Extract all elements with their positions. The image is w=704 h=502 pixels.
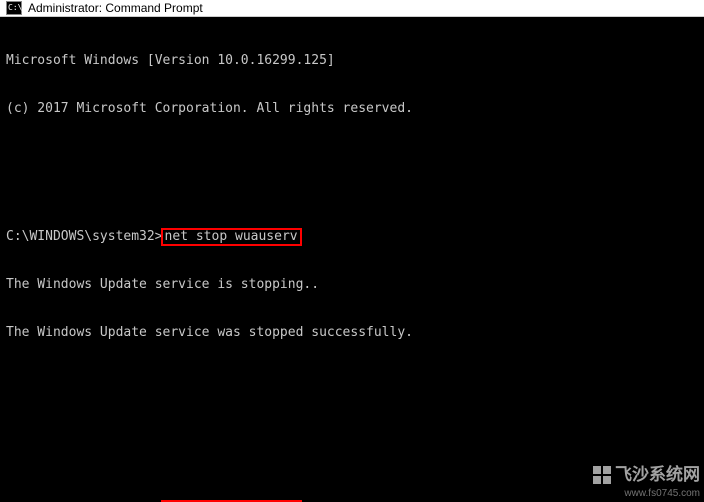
copyright-line: (c) 2017 Microsoft Corporation. All righ…	[6, 101, 698, 117]
version-line: Microsoft Windows [Version 10.0.16299.12…	[6, 53, 698, 69]
watermark-url: www.fs0745.com	[624, 486, 700, 502]
prompt-line: C:\WINDOWS\system32> net stop wuauserv	[6, 229, 698, 245]
window-title: Administrator: Command Prompt	[28, 1, 203, 15]
command-highlight: net stop wuauserv	[161, 228, 302, 246]
prompt: C:\WINDOWS\system32>	[6, 229, 163, 245]
windows-logo-icon	[593, 466, 611, 484]
watermark-text: 飞沙系统网	[615, 467, 700, 483]
titlebar[interactable]: C:\ Administrator: Command Prompt	[0, 0, 704, 17]
blank-line	[6, 421, 698, 437]
output-line: The Windows Update service is stopping..	[6, 277, 698, 293]
blank-line	[6, 149, 698, 165]
cmd-icon: C:\	[6, 0, 22, 16]
command-text: net stop wuauserv	[165, 229, 298, 245]
copyright-text: (c) 2017 Microsoft Corporation. All righ…	[6, 101, 413, 117]
output-line: The Windows Update service was stopped s…	[6, 325, 698, 341]
blank-line	[6, 373, 698, 389]
output-text: The Windows Update service is stopping..	[6, 277, 319, 293]
svg-text:C:\: C:\	[8, 3, 22, 12]
terminal-area[interactable]: Microsoft Windows [Version 10.0.16299.12…	[0, 17, 704, 502]
output-text: The Windows Update service was stopped s…	[6, 325, 413, 341]
command-prompt-window: C:\ Administrator: Command Prompt Micros…	[0, 0, 704, 502]
watermark: 飞沙系统网 www.fs0745.com	[554, 458, 704, 502]
version-text: Microsoft Windows [Version 10.0.16299.12…	[6, 53, 335, 69]
